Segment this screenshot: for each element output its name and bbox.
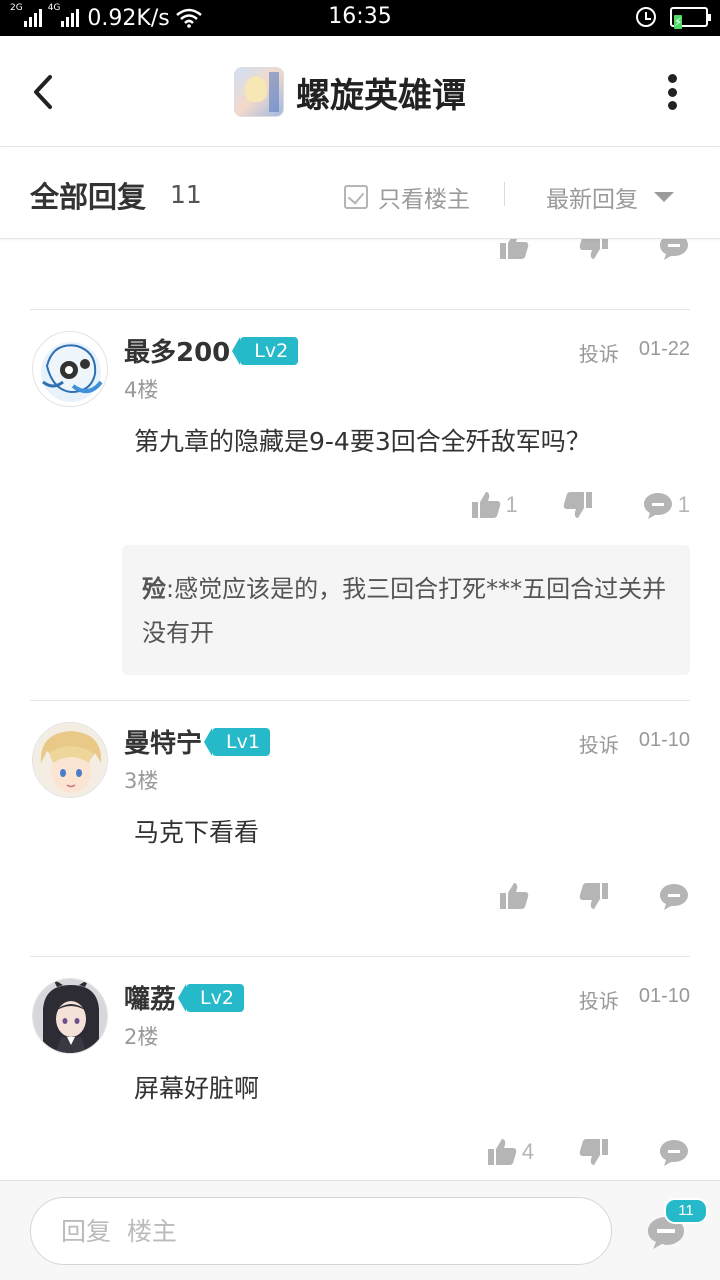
comment-count-badge: 11	[664, 1198, 708, 1224]
thumbs-up-icon	[487, 1139, 516, 1165]
only-op-toggle[interactable]: 只看楼主	[344, 180, 470, 214]
back-chevron-icon	[34, 75, 52, 109]
sub-reply[interactable]: 殓:感觉应该是的，我三回合打死***五回合过关并没有开	[122, 545, 690, 675]
like-count: 1	[505, 492, 518, 517]
comment-bubble-icon	[660, 1140, 688, 1166]
bottom-reply-bar	[0, 1180, 720, 1280]
header-title-group: 螺旋英雄谭	[234, 66, 466, 118]
level-badge: Lv1	[204, 727, 270, 756]
report-date-group: 投诉 01-22	[579, 338, 690, 367]
caret-down-icon	[654, 192, 674, 202]
checkbox-icon[interactable]	[344, 185, 368, 209]
more-vertical-icon[interactable]	[666, 74, 678, 110]
divider	[30, 309, 690, 310]
like-count: 4	[521, 1139, 534, 1164]
username-text: 囖荔	[124, 985, 177, 1015]
username[interactable]: 最多200 Lv2	[124, 332, 299, 369]
thumbs-up-icon	[500, 239, 529, 259]
all-replies-title: 全部回复	[30, 180, 147, 214]
comment-bubble-icon	[660, 239, 688, 260]
filter-divider	[504, 182, 505, 206]
comment-actions	[498, 879, 690, 913]
comment-bubble-icon	[660, 884, 688, 910]
dislike-button[interactable]	[578, 1135, 610, 1169]
report-link[interactable]: 投诉	[579, 338, 619, 367]
comment-text: 屏幕好脏啊	[134, 1074, 260, 1103]
sub-reply-user[interactable]: 殓	[142, 575, 166, 603]
clock: 16:35	[328, 4, 392, 29]
avatar[interactable]	[32, 978, 108, 1054]
level-badge: Lv2	[178, 983, 244, 1012]
reply-input[interactable]	[30, 1197, 612, 1265]
comment-text: 第九章的隐藏是9-4要3回合全歼敌军吗？	[134, 427, 591, 456]
like-button[interactable]: 4	[486, 1135, 534, 1169]
level-badge: Lv2	[232, 336, 299, 365]
report-date-group: 投诉 01-10	[579, 729, 690, 758]
thumbs-up-icon	[471, 492, 500, 518]
divider	[30, 956, 690, 957]
floor-number: 2楼	[124, 1025, 159, 1049]
like-button[interactable]: 1	[470, 488, 518, 522]
comment-actions-partial	[498, 239, 690, 263]
sort-label: 最新回复	[546, 187, 638, 213]
floor-number: 3楼	[124, 769, 159, 793]
reply-button[interactable]	[658, 239, 690, 263]
dislike-button[interactable]	[562, 488, 594, 522]
avatar[interactable]	[32, 722, 108, 798]
avatar[interactable]	[32, 331, 108, 407]
app-header: 螺旋英雄谭	[0, 36, 720, 147]
status-bar: 2G 4G 0.92K/s 16:35 ⚡	[0, 0, 720, 36]
report-link[interactable]: 投诉	[579, 985, 619, 1014]
back-button[interactable]	[24, 66, 64, 118]
dislike-button[interactable]	[578, 239, 610, 263]
battery-icon: ⚡	[670, 7, 711, 29]
reply-button[interactable]	[658, 879, 690, 913]
reply-button[interactable]: 1	[642, 488, 690, 522]
like-button[interactable]	[498, 239, 530, 263]
username[interactable]: 囖荔 Lv2	[124, 979, 244, 1016]
page-title: 螺旋英雄谭	[296, 75, 466, 116]
alarm-icon	[636, 7, 656, 27]
username-text: 最多200	[124, 338, 231, 368]
username-text: 曼特宁	[124, 729, 203, 759]
sort-dropdown[interactable]: 最新回复	[546, 180, 674, 214]
thumbs-up-icon	[500, 883, 529, 909]
thumbs-down-icon	[579, 1139, 608, 1165]
floor-number: 4楼	[124, 378, 159, 402]
comment-actions: 4	[486, 1135, 690, 1169]
sub-reply-text: 感觉应该是的，我三回合打死***五回合过关并没有开	[142, 575, 667, 647]
comment-feed[interactable]: 最多200 Lv2 4楼 投诉 01-22 第九章的隐藏是9-4要3回合全歼敌军…	[0, 239, 720, 1180]
like-button[interactable]	[498, 879, 530, 913]
username[interactable]: 曼特宁 Lv1	[124, 723, 270, 760]
thumbs-down-icon	[563, 492, 592, 518]
thumbs-down-icon	[579, 883, 608, 909]
comment-date: 01-10	[638, 729, 690, 751]
filter-bar: 全部回复 11 只看楼主 最新回复	[0, 148, 720, 239]
report-link[interactable]: 投诉	[579, 729, 619, 758]
sub-reply-sep: :	[166, 575, 175, 603]
comment-text: 马克下看看	[134, 818, 260, 847]
report-date-group: 投诉 01-10	[579, 985, 690, 1014]
reply-button[interactable]	[658, 1135, 690, 1169]
dislike-button[interactable]	[578, 879, 610, 913]
comment-date: 01-10	[638, 985, 690, 1007]
comment-actions: 1 1	[470, 488, 690, 522]
comment-date: 01-22	[638, 338, 690, 360]
thumbs-down-icon	[579, 239, 608, 259]
battery-charging-bolt: ⚡	[674, 15, 683, 29]
divider	[30, 700, 690, 701]
reply-count: 11	[170, 180, 202, 209]
only-op-label: 只看楼主	[378, 187, 470, 213]
comment-bubble-icon	[643, 493, 672, 519]
reply-count-label: 1	[677, 492, 690, 517]
game-icon	[234, 67, 284, 117]
